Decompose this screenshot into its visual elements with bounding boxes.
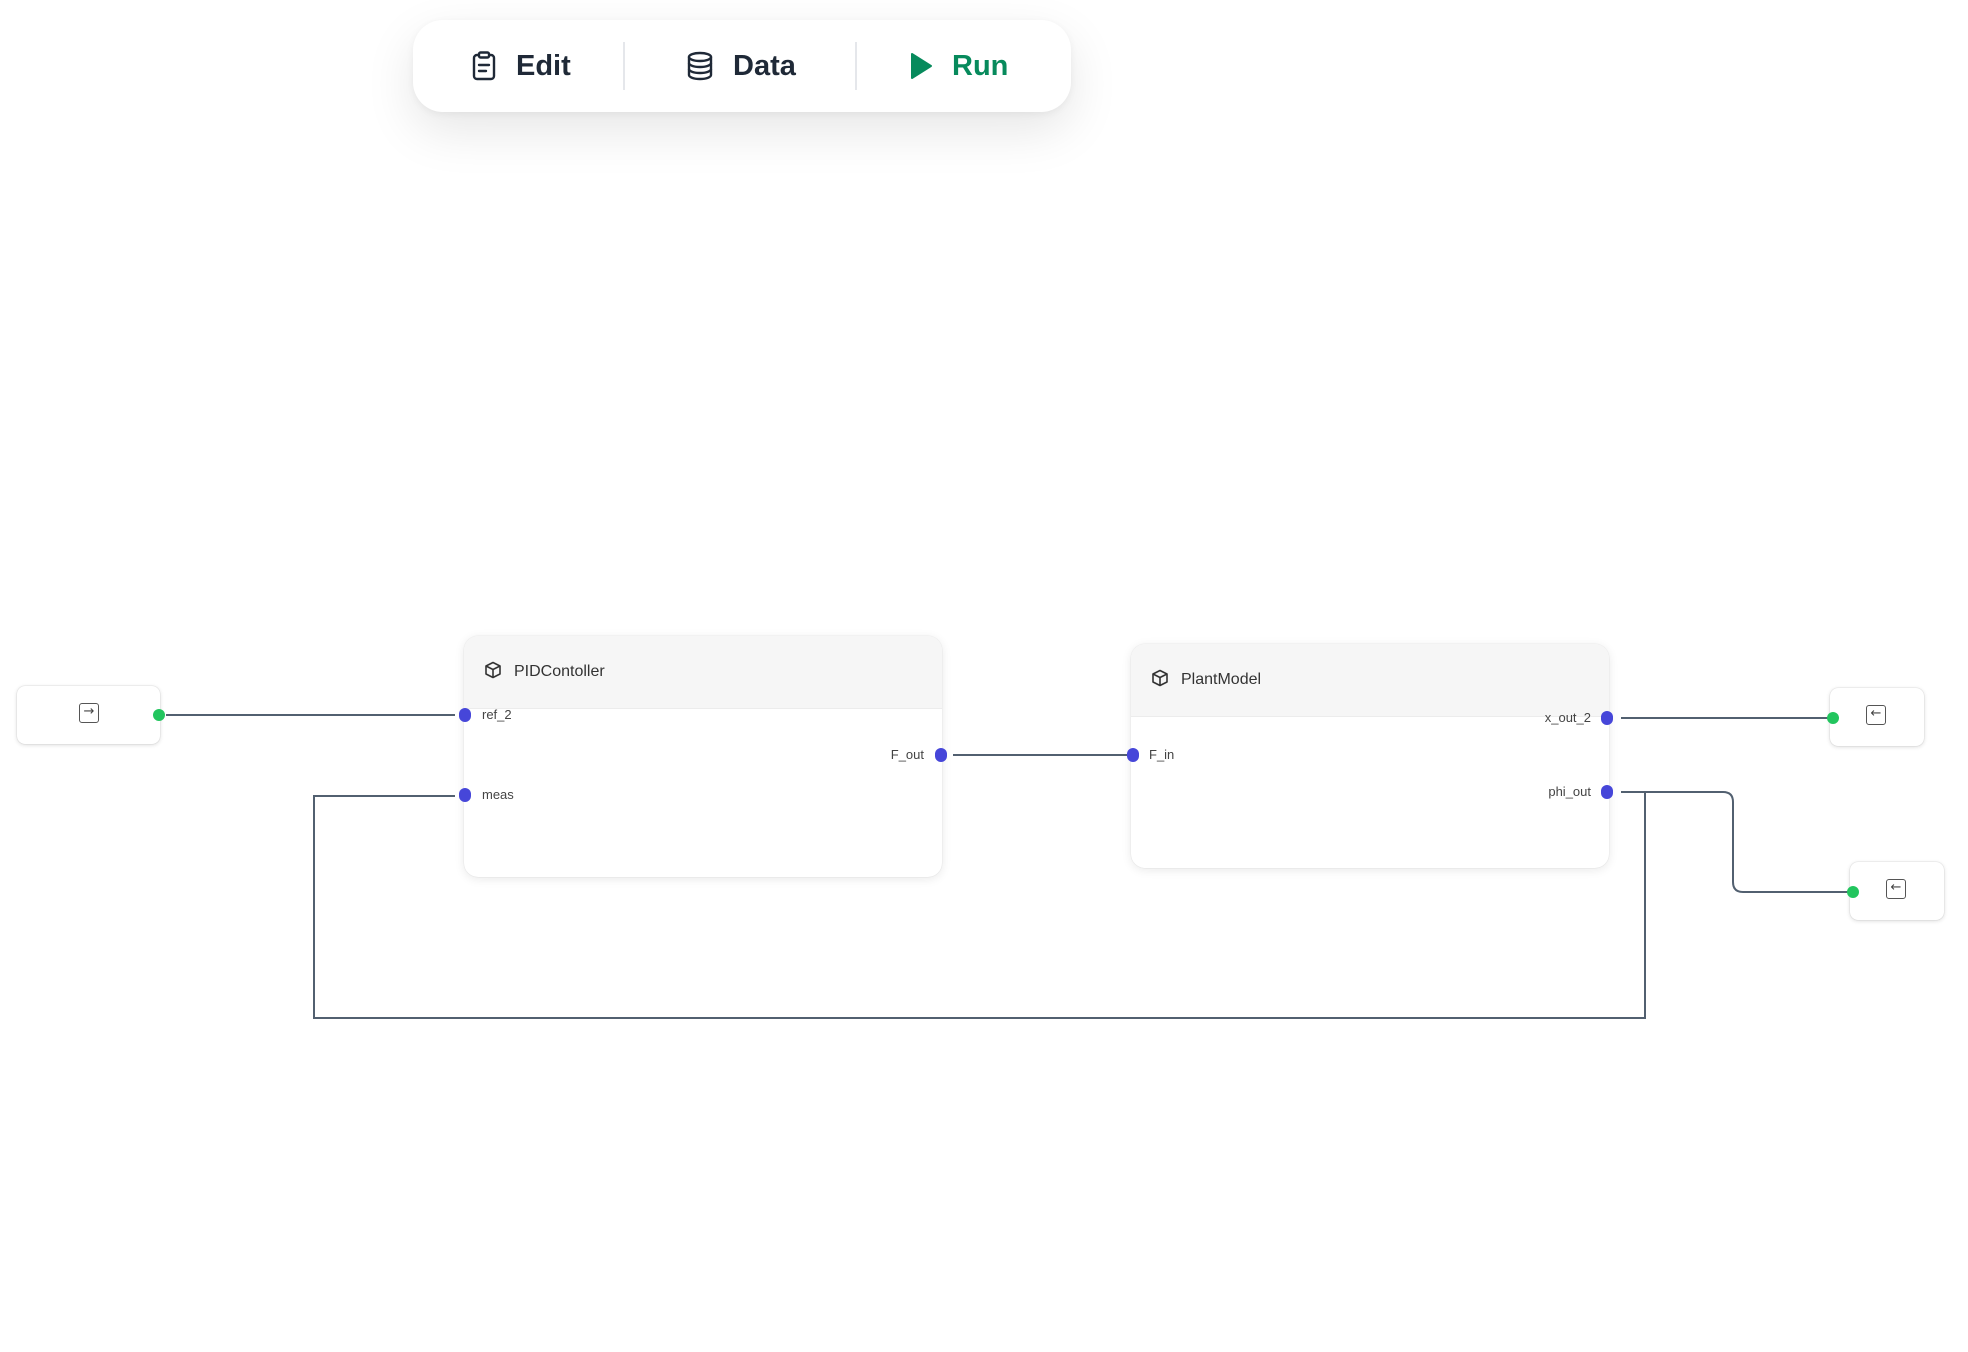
output-sink-node[interactable]: ← xyxy=(1830,688,1924,746)
plant-port-phiout[interactable] xyxy=(1601,785,1613,799)
cube-icon xyxy=(484,661,502,684)
plant-model-node[interactable]: PlantModel F_in x_out_2 phi_out xyxy=(1131,644,1609,868)
pid-port-fout[interactable] xyxy=(935,748,947,762)
pid-port-ref[interactable] xyxy=(459,708,471,722)
port-label-ref: ref_2 xyxy=(482,707,512,722)
input-source-node[interactable]: → xyxy=(17,686,160,744)
output-arrow-icon: ← xyxy=(1866,705,1886,725)
node-title: PlantModel xyxy=(1181,671,1262,688)
plant-port-fin[interactable] xyxy=(1127,748,1139,762)
node-header: PIDContoller xyxy=(464,636,942,709)
pid-controller-node[interactable]: PIDContoller ref_2 meas F_out xyxy=(464,636,942,877)
input-source-port[interactable] xyxy=(153,709,165,721)
port-label-phiout: phi_out xyxy=(1548,784,1591,799)
output-sink-port[interactable] xyxy=(1827,712,1839,724)
wire-phi-to-output xyxy=(1621,791,1854,893)
output-arrow-icon: ← xyxy=(1886,879,1906,899)
output-sink-node[interactable]: ← xyxy=(1850,862,1944,920)
pid-port-meas[interactable] xyxy=(459,788,471,802)
connection-wires xyxy=(166,714,1854,1019)
node-header: PlantModel xyxy=(1131,644,1609,717)
port-label-xout: x_out_2 xyxy=(1544,710,1591,725)
node-title: PIDContoller xyxy=(514,663,605,680)
port-label-meas: meas xyxy=(482,787,514,802)
output-sink-port[interactable] xyxy=(1847,886,1859,898)
cube-icon xyxy=(1151,669,1169,692)
port-label-fout: F_out xyxy=(890,747,924,762)
port-label-fin: F_in xyxy=(1149,747,1175,762)
plant-port-xout[interactable] xyxy=(1601,711,1613,725)
input-arrow-icon: → xyxy=(79,703,99,723)
